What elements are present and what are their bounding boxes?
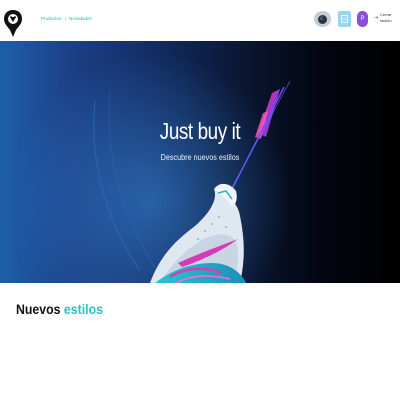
main-nav: Productos | Novedades	[41, 16, 92, 21]
nav-link-products[interactable]: Productos	[41, 16, 61, 21]
nav-separator: |	[64, 16, 66, 21]
hero-banner: Just buy it Descubre nuevos estilos	[0, 41, 400, 283]
hero-title: Just buy it	[159, 118, 241, 144]
site-header: Productos | Novedades ☾ P ⇥ Cerrar sesió…	[0, 0, 400, 41]
theme-toggle-button[interactable]: ☾	[314, 11, 331, 27]
section-title-accent: estilos	[63, 301, 103, 317]
section-title-main: Nuevos	[16, 301, 61, 317]
hero-subtitle: Descubre nuevos estilos	[160, 152, 240, 162]
cart-button[interactable]	[338, 11, 351, 27]
cart-icon	[341, 15, 348, 23]
cheetah-logo-icon[interactable]	[3, 8, 23, 38]
section-title: Nuevos estilos	[16, 301, 103, 317]
logout-icon[interactable]: ⇥	[374, 15, 378, 21]
user-avatar-button[interactable]: P	[357, 11, 368, 27]
hero-shoe-illustration	[10, 51, 291, 283]
logout-link[interactable]: Cerrar sesión	[380, 12, 398, 24]
nav-link-new[interactable]: Novedades	[69, 16, 92, 21]
moon-icon: ☾	[318, 14, 327, 24]
